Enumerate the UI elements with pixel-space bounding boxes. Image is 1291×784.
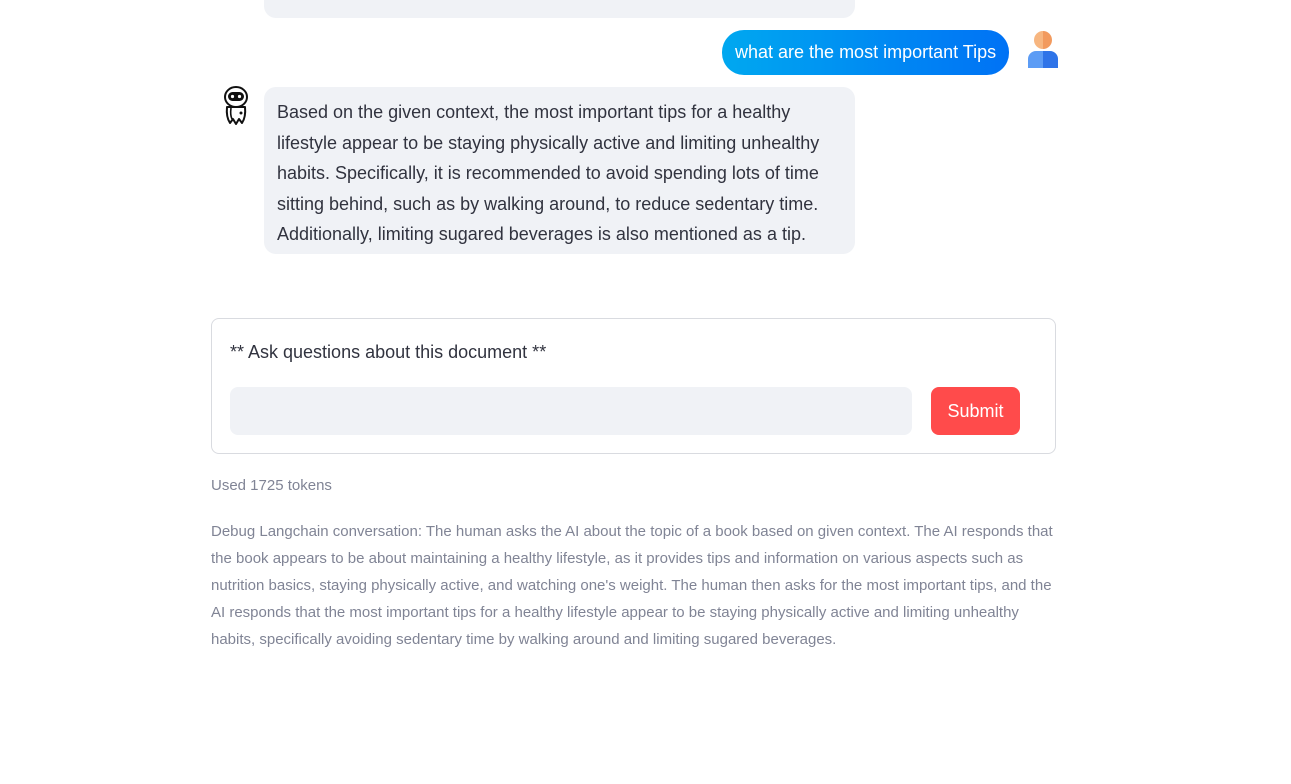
robot-icon xyxy=(220,86,252,126)
bot-message-bubble: Based on the given context, the most imp… xyxy=(264,87,855,254)
submit-button[interactable]: Submit xyxy=(931,387,1020,435)
question-form: ** Ask questions about this document ** … xyxy=(211,318,1056,454)
user-avatar-icon xyxy=(1026,29,1060,69)
user-message-bubble: what are the most important Tips xyxy=(722,30,1010,75)
user-message-text: what are the most important Tips xyxy=(735,42,997,62)
bot-message-text: Based on the given context, the most imp… xyxy=(277,102,820,244)
chat-page: what are the most important Tips Based o… xyxy=(0,0,1291,784)
token-usage-text: Used 1725 tokens xyxy=(211,477,332,494)
question-label: ** Ask questions about this document ** xyxy=(230,342,547,362)
previous-message-bubble xyxy=(264,0,855,18)
question-input[interactable] xyxy=(230,387,912,435)
debug-conversation-text: Debug Langchain conversation: The human … xyxy=(211,523,1053,648)
